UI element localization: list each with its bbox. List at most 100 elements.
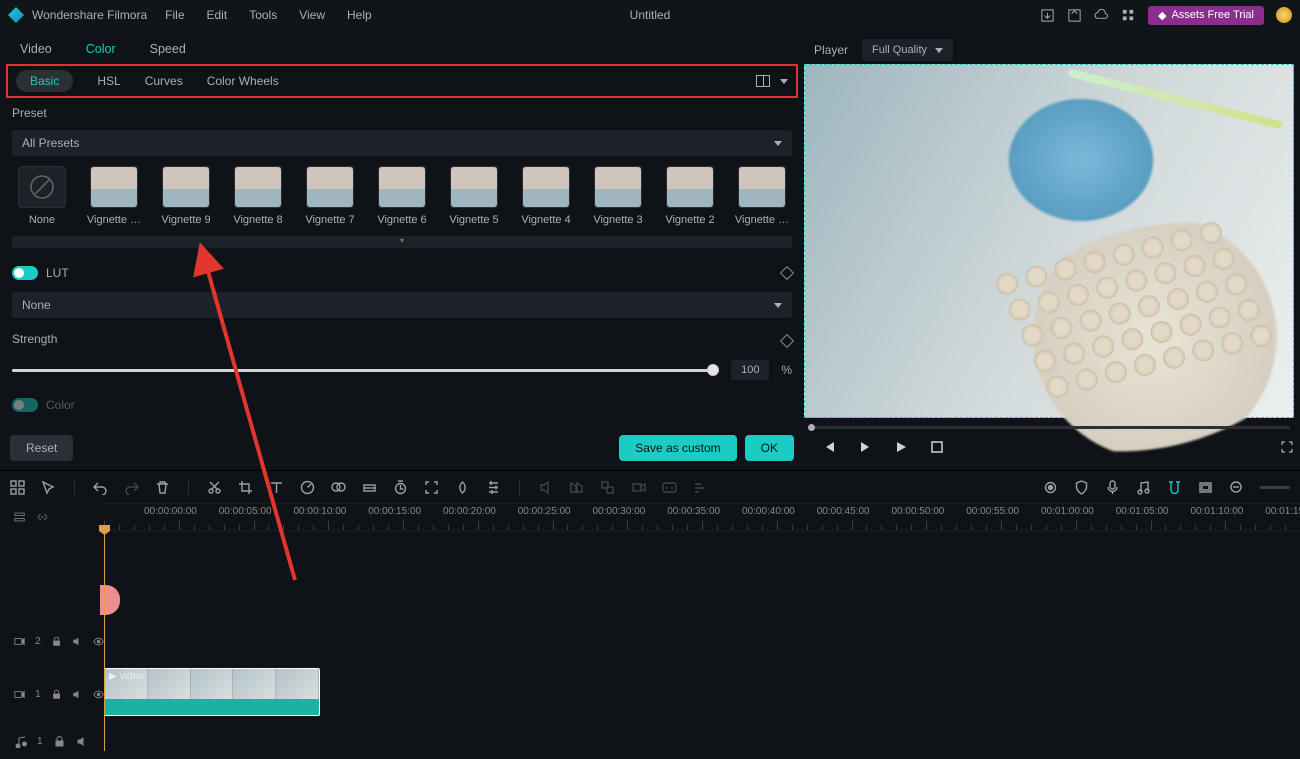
text-icon[interactable] xyxy=(269,480,284,495)
preset-expand-handle[interactable] xyxy=(12,236,792,248)
mute-icon[interactable] xyxy=(72,635,83,648)
strength-value[interactable]: 100 xyxy=(731,360,769,380)
lock-icon[interactable] xyxy=(51,688,62,701)
mask-icon[interactable] xyxy=(455,480,470,495)
menu-view[interactable]: View xyxy=(299,8,325,22)
menu-tools[interactable]: Tools xyxy=(249,8,277,22)
audio-tool-2-icon[interactable] xyxy=(569,480,584,495)
user-avatar-icon[interactable] xyxy=(1276,7,1292,23)
lock-icon[interactable] xyxy=(51,635,62,648)
playhead[interactable] xyxy=(104,531,105,751)
video-preview[interactable] xyxy=(804,64,1294,418)
undo-icon[interactable] xyxy=(93,480,108,495)
caption-tool-icon[interactable] xyxy=(662,480,677,495)
lock-icon[interactable] xyxy=(53,735,66,748)
color-toggle[interactable] xyxy=(12,398,38,412)
subtab-color-wheels[interactable]: Color Wheels xyxy=(207,74,279,88)
preset-vignette-9[interactable]: Vignette 9 xyxy=(156,166,216,226)
color-match-icon[interactable] xyxy=(331,480,346,495)
player-quality-dropdown[interactable]: Full Quality xyxy=(862,39,953,61)
scrubber-handle[interactable] xyxy=(808,424,815,431)
subtab-hsl[interactable]: HSL xyxy=(97,74,120,88)
collapse-tracks-icon[interactable] xyxy=(14,510,25,524)
tab-video[interactable]: Video xyxy=(20,42,52,56)
music-icon[interactable] xyxy=(1136,480,1151,495)
prev-frame-icon[interactable] xyxy=(822,440,836,454)
record-icon[interactable] xyxy=(1043,480,1058,495)
save-as-custom-button[interactable]: Save as custom xyxy=(619,435,736,461)
cut-icon[interactable] xyxy=(207,480,222,495)
player-scrubber[interactable] xyxy=(808,426,1290,429)
compare-view-icon[interactable] xyxy=(756,75,770,87)
lut-toggle[interactable] xyxy=(12,266,38,280)
visibility-icon[interactable] xyxy=(93,688,104,701)
preset-vignette-8[interactable]: Vignette 8 xyxy=(228,166,288,226)
preset-vignette-6[interactable]: Vignette 6 xyxy=(372,166,432,226)
cloud-icon[interactable] xyxy=(1094,8,1109,23)
subtab-menu-chevron-icon[interactable] xyxy=(780,79,788,84)
lut-dropdown[interactable]: None xyxy=(12,292,792,318)
strength-reset-icon[interactable] xyxy=(780,334,794,348)
stop-icon[interactable] xyxy=(930,440,944,454)
preset-vignette-4[interactable]: Vignette 4 xyxy=(516,166,576,226)
audio-fade-handle[interactable] xyxy=(100,585,120,615)
subtab-basic[interactable]: Basic xyxy=(16,70,73,92)
timeline-ruler[interactable]: 00:00:00:0000:00:05:0000:00:10:0000:00:1… xyxy=(104,503,1300,531)
reset-button[interactable]: Reset xyxy=(10,435,73,461)
grid-tool-icon[interactable] xyxy=(10,480,25,495)
pointer-tool-icon[interactable] xyxy=(41,480,56,495)
tab-speed[interactable]: Speed xyxy=(150,42,186,56)
subtab-curves[interactable]: Curves xyxy=(145,74,183,88)
menu-help[interactable]: Help xyxy=(347,8,372,22)
preset-none[interactable]: None xyxy=(12,166,72,226)
link-tracks-icon[interactable] xyxy=(37,510,48,524)
player-label: Player xyxy=(814,43,848,57)
track-tool-icon[interactable] xyxy=(693,480,708,495)
lut-reset-icon[interactable] xyxy=(780,266,794,280)
focus-icon[interactable] xyxy=(424,480,439,495)
group-tool-icon[interactable] xyxy=(600,480,615,495)
grid-icon[interactable] xyxy=(1121,8,1136,23)
keyframe-icon[interactable] xyxy=(362,480,377,495)
ok-button[interactable]: OK xyxy=(745,435,794,461)
slider-thumb[interactable] xyxy=(707,364,719,376)
preset-vignette-5[interactable]: Vignette 5 xyxy=(444,166,504,226)
adjust-icon[interactable] xyxy=(486,480,501,495)
audio-tool-1-icon[interactable] xyxy=(538,480,553,495)
ruler-mark: 00:00:25:00 xyxy=(518,506,571,517)
mute-icon[interactable] xyxy=(76,735,89,748)
zoom-out-icon[interactable] xyxy=(1229,480,1244,495)
preset-dropdown-value: All Presets xyxy=(22,136,79,150)
fullscreen-icon[interactable] xyxy=(1280,440,1294,454)
tab-color[interactable]: Color xyxy=(86,42,116,56)
play-icon[interactable] xyxy=(894,440,908,454)
preset-vignette-2[interactable]: Vignette 2 xyxy=(660,166,720,226)
preset-label: Vignette 6 xyxy=(377,214,426,226)
assets-free-trial-button[interactable]: ◆ Assets Free Trial xyxy=(1148,6,1264,25)
menu-file[interactable]: File xyxy=(165,8,184,22)
preset-vignette-3[interactable]: Vignette 3 xyxy=(588,166,648,226)
video-clip[interactable]: ▶video xyxy=(104,668,320,716)
preset-vignette-7[interactable]: Vignette 7 xyxy=(300,166,360,226)
speed-icon[interactable] xyxy=(300,480,315,495)
mic-icon[interactable] xyxy=(1105,480,1120,495)
shield-icon[interactable] xyxy=(1074,480,1089,495)
delete-icon[interactable] xyxy=(155,480,170,495)
export-icon[interactable] xyxy=(1067,8,1082,23)
render-tool-icon[interactable] xyxy=(631,480,646,495)
preset-vignette-1[interactable]: Vignette … xyxy=(732,166,792,226)
preset-vignette[interactable]: Vignette … xyxy=(84,166,144,226)
preset-dropdown[interactable]: All Presets xyxy=(12,130,792,156)
visibility-icon[interactable] xyxy=(93,635,104,648)
strength-slider[interactable] xyxy=(12,369,719,372)
download-icon[interactable] xyxy=(1040,8,1055,23)
snap-icon[interactable] xyxy=(1167,480,1182,495)
menu-edit[interactable]: Edit xyxy=(207,8,228,22)
zoom-slider[interactable] xyxy=(1260,486,1290,489)
redo-icon[interactable] xyxy=(124,480,139,495)
mute-icon[interactable] xyxy=(72,688,83,701)
play-start-icon[interactable] xyxy=(858,440,872,454)
crop-icon[interactable] xyxy=(238,480,253,495)
marker-view-icon[interactable] xyxy=(1198,480,1213,495)
duration-icon[interactable] xyxy=(393,480,408,495)
